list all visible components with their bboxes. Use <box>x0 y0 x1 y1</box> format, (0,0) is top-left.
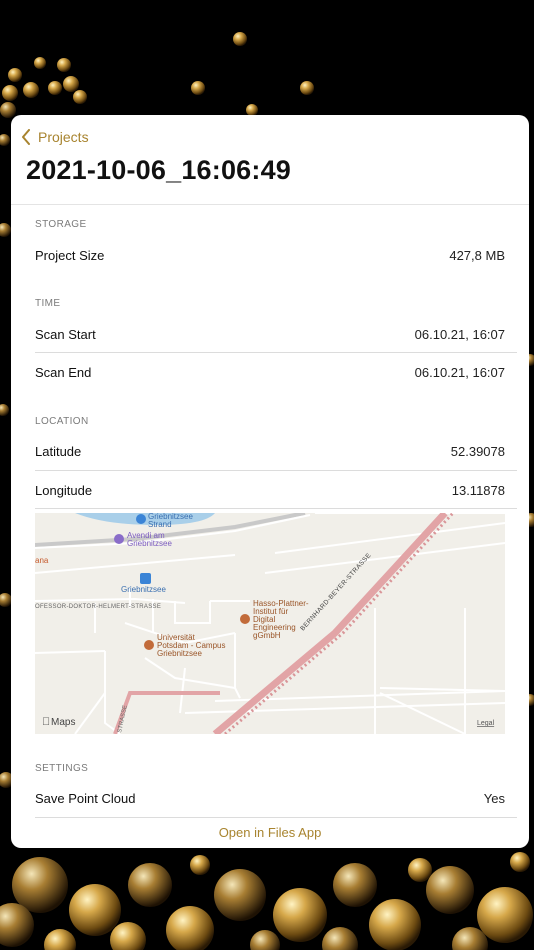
section-header-settings: SETTINGS <box>35 763 89 774</box>
hotel-poi-icon[interactable] <box>114 534 124 544</box>
section-header-time: TIME <box>35 298 61 309</box>
location-map[interactable]: Griebnitzsee Strand Avendi am Griebnitzs… <box>35 513 505 734</box>
row-separator <box>35 508 517 509</box>
chevron-left-icon <box>22 129 30 145</box>
back-button[interactable]: Projects <box>21 126 89 148</box>
apple-logo-icon:  <box>42 716 50 728</box>
station-poi-icon[interactable] <box>140 573 151 584</box>
latitude-label: Latitude <box>35 443 82 459</box>
beach-poi-icon[interactable] <box>136 514 146 524</box>
row-project-size: Project Size 427,8 MB <box>35 236 505 274</box>
open-in-files-button[interactable]: Open in Files App <box>11 825 529 840</box>
row-scan-end: Scan End 06.10.21, 16:07 <box>35 353 505 391</box>
back-button-label: Projects <box>38 129 89 145</box>
longitude-label: Longitude <box>35 482 93 498</box>
map-label-station: Griebnitzsee <box>121 585 166 594</box>
latitude-value: 52.39078 <box>450 443 505 459</box>
row-longitude: Longitude 13.11878 <box>35 471 505 509</box>
row-scan-start: Scan Start 06.10.21, 16:07 <box>35 315 505 353</box>
legal-link[interactable]: Legal <box>477 720 495 727</box>
scan-start-value: 06.10.21, 16:07 <box>414 326 505 342</box>
save-point-cloud-label: Save Point Cloud <box>35 790 136 806</box>
section-header-storage: STORAGE <box>35 219 87 230</box>
section-header-location: LOCATION <box>35 416 89 427</box>
map-label-uni-3: Griebnitzsee <box>157 649 202 658</box>
row-save-point-cloud: Save Point Cloud Yes <box>35 779 505 817</box>
header-divider <box>11 204 529 205</box>
map-label-ana: ana <box>35 556 49 565</box>
secondary-rail <box>113 691 220 734</box>
map-label-hpi-5: gGmbH <box>253 631 281 640</box>
save-point-cloud-value: Yes <box>483 790 505 806</box>
map-label-avendi-2: Griebnitzsee <box>127 539 172 548</box>
map-label-strand-2: Strand <box>148 520 172 529</box>
row-latitude: Latitude 52.39078 <box>35 432 505 470</box>
map-label-helmert: OFESSOR-DOKTOR-HELMERT-STRASSE <box>35 604 161 610</box>
project-size-label: Project Size <box>35 247 105 263</box>
university-poi-icon[interactable] <box>144 640 154 650</box>
longitude-value: 13.11878 <box>451 482 505 498</box>
map-canvas: Griebnitzsee Strand Avendi am Griebnitzs… <box>35 513 505 734</box>
page-title: 2021-10-06_16:06:49 <box>26 155 292 185</box>
scan-end-label: Scan End <box>35 364 92 380</box>
maps-attribution: Maps <box>51 717 75 728</box>
row-separator <box>35 817 517 818</box>
project-size-value: 427,8 MB <box>449 247 505 263</box>
project-detail-sheet: Projects 2021-10-06_16:06:49 STORAGE Pro… <box>11 115 529 848</box>
scan-end-value: 06.10.21, 16:07 <box>414 364 505 380</box>
scan-start-label: Scan Start <box>35 326 96 342</box>
institute-poi-icon[interactable] <box>240 614 250 624</box>
